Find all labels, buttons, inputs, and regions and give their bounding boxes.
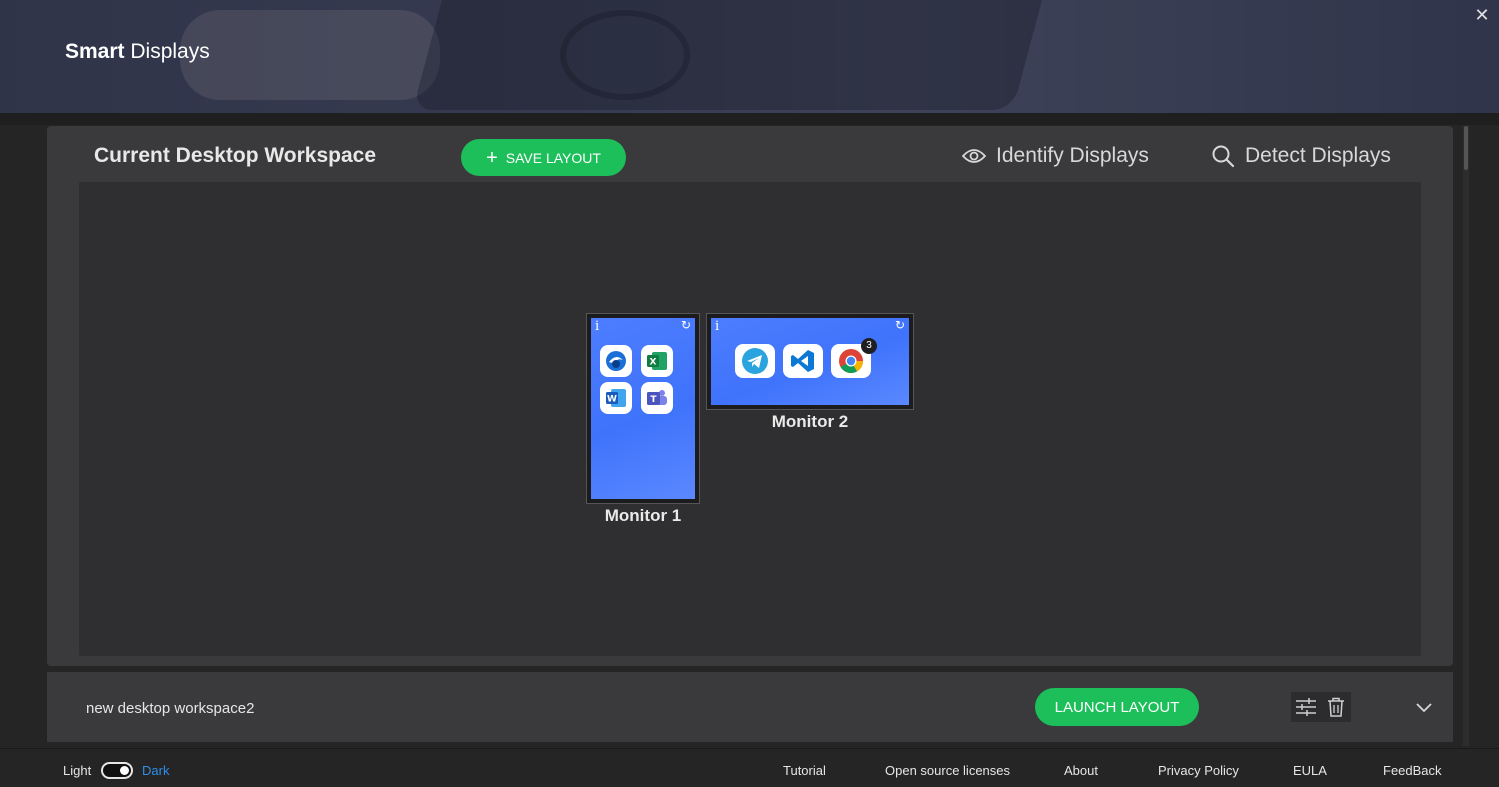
theme-toggle[interactable] [101, 762, 133, 779]
monitor-2[interactable]: i ↻ 3 [706, 313, 914, 410]
banner-decoration [560, 10, 690, 100]
app-title-rest: Displays [130, 40, 210, 63]
detect-displays-label: Detect Displays [1245, 144, 1391, 167]
trash-icon [1328, 697, 1344, 717]
tutorial-link[interactable]: Tutorial [783, 763, 826, 778]
banner-decoration [412, 0, 1048, 110]
close-button[interactable]: ✕ [1471, 4, 1493, 26]
displays-canvas: i ↻ X W T Monitor 1 i ↻ 3 Monitor 2 [79, 182, 1421, 656]
save-layout-button[interactable]: + SAVE LAYOUT [461, 139, 626, 176]
thunderbird-icon[interactable] [600, 345, 632, 377]
monitor-1-label: Monitor 1 [604, 506, 682, 525]
identify-displays-button[interactable]: Identify Displays [962, 144, 1149, 168]
rotate-icon[interactable]: ↻ [681, 318, 691, 332]
settings-button[interactable] [1294, 695, 1318, 719]
launch-layout-button[interactable]: LAUNCH LAYOUT [1035, 688, 1199, 726]
teams-icon[interactable]: T [641, 382, 673, 414]
detect-displays-button[interactable]: Detect Displays [1211, 144, 1391, 168]
expand-button[interactable] [1413, 696, 1435, 718]
footer: Light Dark Tutorial Open source licenses… [0, 748, 1499, 787]
chrome-icon[interactable]: 3 [831, 338, 877, 378]
svg-text:W: W [607, 395, 617, 405]
open-source-licenses-link[interactable]: Open source licenses [885, 763, 1010, 778]
svg-text:T: T [650, 395, 657, 405]
rotate-icon[interactable]: ↻ [895, 318, 905, 332]
telegram-icon[interactable] [735, 344, 775, 378]
info-icon[interactable]: i [715, 319, 719, 334]
feedback-link[interactable]: FeedBack [1383, 763, 1442, 778]
scrollbar[interactable] [1463, 126, 1469, 746]
launch-layout-label: LAUNCH LAYOUT [1054, 698, 1180, 716]
identify-displays-label: Identify Displays [996, 144, 1149, 167]
toggle-knob [120, 766, 129, 775]
about-link[interactable]: About [1064, 763, 1098, 778]
saved-layout-row[interactable]: new desktop workspace2 LAUNCH LAYOUT [47, 672, 1453, 742]
delete-button[interactable] [1324, 695, 1348, 719]
word-icon[interactable]: W [600, 382, 632, 414]
sliders-icon [1296, 698, 1316, 716]
current-workspace-panel: Current Desktop Workspace + SAVE LAYOUT … [47, 126, 1453, 666]
layout-tools [1291, 692, 1351, 722]
eula-link[interactable]: EULA [1293, 763, 1327, 778]
vscode-icon[interactable] [783, 344, 823, 378]
save-layout-label: SAVE LAYOUT [505, 149, 601, 166]
monitor-2-screen: i ↻ 3 [711, 318, 909, 405]
theme-light-label: Light [63, 763, 92, 778]
info-icon[interactable]: i [595, 319, 599, 334]
app-title: Smart Displays [65, 40, 210, 64]
saved-layout-name: new desktop workspace2 [86, 700, 255, 717]
monitor-2-label: Monitor 2 [771, 412, 849, 431]
plus-icon: + [486, 146, 498, 169]
header-banner: Smart Displays ✕ [0, 0, 1499, 113]
theme-dark-label: Dark [142, 763, 170, 778]
close-icon: ✕ [1474, 5, 1490, 25]
excel-icon[interactable]: X [641, 345, 673, 377]
monitor-1[interactable]: i ↻ X W T [586, 313, 700, 504]
search-icon [1212, 145, 1235, 168]
eye-icon [962, 149, 986, 163]
banner-decoration [180, 10, 440, 100]
app-title-bold: Smart [65, 40, 125, 63]
privacy-policy-link[interactable]: Privacy Policy [1158, 763, 1239, 778]
monitor-1-screen: i ↻ X W T [591, 318, 695, 499]
header-divider [0, 113, 1499, 125]
scrollbar-thumb[interactable] [1464, 126, 1468, 170]
svg-text:X: X [650, 358, 657, 368]
chevron-down-icon [1416, 703, 1432, 713]
notification-badge: 3 [861, 338, 877, 354]
workspace-title: Current Desktop Workspace [94, 144, 377, 167]
